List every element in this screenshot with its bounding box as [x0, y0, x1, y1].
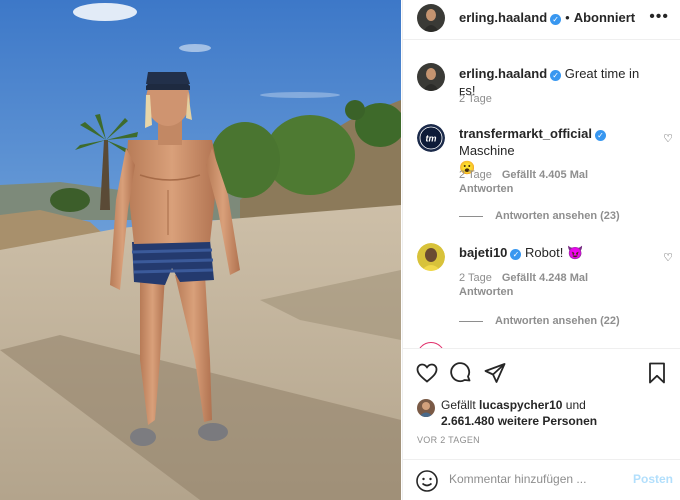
caption-time[interactable]: 2 Tage: [459, 93, 492, 105]
view-replies-label: Antworten ansehen (23): [495, 210, 620, 222]
separator-dot: •: [565, 10, 570, 25]
likes-count[interactable]: 2.661.480 weitere Personen: [441, 414, 597, 428]
view-replies-button[interactable]: Antworten ansehen (22): [459, 315, 620, 327]
commenter-avatar[interactable]: [417, 243, 445, 271]
comment-emoji: 😈: [566, 245, 584, 260]
comment-likes[interactable]: Gefällt 4.405 Mal: [502, 169, 588, 181]
replies-divider: [459, 320, 483, 322]
bookmark-icon[interactable]: [645, 361, 669, 385]
post-photo[interactable]: [0, 0, 401, 500]
comment-likes[interactable]: Gefällt 4.248 Mal: [502, 272, 588, 284]
heart-icon[interactable]: [415, 361, 439, 385]
replies-divider: [459, 215, 483, 217]
post-side-panel: erling.haaland ✓ • Abonniert ••• erling.haa…: [402, 0, 680, 500]
svg-text:tm: tm: [426, 134, 437, 144]
reply-button[interactable]: Antworten: [459, 286, 513, 298]
post-timestamp[interactable]: VOR 2 TAGEN: [417, 435, 480, 445]
comment-time[interactable]: 2 Tage: [459, 169, 492, 181]
add-comment-bar: Posten: [403, 459, 680, 500]
author-avatar[interactable]: [417, 4, 445, 32]
comment-time[interactable]: 2 Tage: [459, 272, 492, 284]
caption-avatar[interactable]: [417, 63, 445, 91]
comment-icon[interactable]: [449, 361, 473, 385]
likes-prefix: Gefällt: [441, 398, 476, 412]
reply-button[interactable]: Antworten: [459, 183, 513, 195]
follow-status-button[interactable]: Abonniert: [574, 10, 635, 25]
verified-icon: ✓: [594, 130, 606, 141]
likes-connector: und: [565, 398, 586, 412]
comment-meta: 2 Tage Gefällt 4.248 Mal Antworten: [459, 271, 588, 299]
comment-input[interactable]: [449, 472, 629, 486]
comment-text: Robot!: [525, 245, 564, 260]
verified-icon: ✓: [550, 14, 562, 25]
view-replies-label: Antworten ansehen (22): [495, 315, 620, 327]
comments-list[interactable]: erling.haaland ✓ Great time in ᴇs! 2 Tage…: [403, 41, 680, 348]
liker-avatar[interactable]: [417, 399, 435, 417]
liker-username[interactable]: lucaspycher10: [479, 398, 562, 412]
verified-icon: ✓: [550, 70, 562, 81]
share-icon[interactable]: [483, 361, 507, 385]
more-icon[interactable]: •••: [649, 8, 669, 26]
post-comment-button[interactable]: Posten: [633, 472, 673, 486]
emoji-icon[interactable]: [415, 469, 439, 493]
author-username[interactable]: erling.haaland: [459, 10, 547, 25]
comment-text-row: bajeti10 ✓ Robot! 😈: [459, 244, 659, 261]
likes-text: Gefällt lucaspycher10 und 2.661.480 weit…: [441, 397, 680, 429]
comment-meta: 2 Tage Gefällt 4.405 Mal Antworten: [459, 168, 588, 196]
comment-text: Maschine: [459, 143, 515, 158]
heart-icon[interactable]: ♡: [663, 251, 673, 264]
post-header: erling.haaland ✓ • Abonniert •••: [403, 0, 680, 40]
heart-icon[interactable]: ♡: [663, 132, 673, 145]
comment-username[interactable]: transfermarkt_official: [459, 126, 592, 141]
caption-username[interactable]: erling.haaland: [459, 66, 547, 81]
header-row: erling.haaland ✓ • Abonniert: [459, 10, 635, 25]
verified-icon: ✓: [510, 249, 522, 260]
caption-meta: 2 Tage: [459, 92, 502, 106]
post-actions: Gefällt lucaspycher10 und 2.661.480 weit…: [403, 348, 680, 500]
commenter-avatar[interactable]: tm: [417, 124, 445, 152]
post-image: [0, 0, 401, 500]
comment-username[interactable]: bajeti10: [459, 245, 507, 260]
view-replies-button[interactable]: Antworten ansehen (23): [459, 210, 620, 222]
